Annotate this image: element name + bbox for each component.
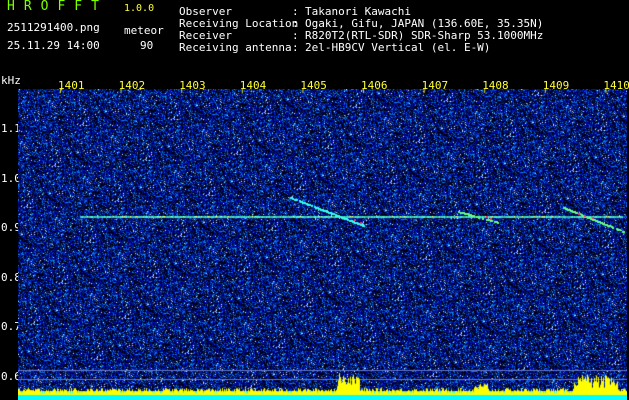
frequency-unit-label: kHz: [1, 74, 21, 87]
file-name: 2511291400.png: [7, 21, 100, 34]
app-version: 1.0.0: [124, 3, 155, 14]
info-separator: :: [292, 41, 299, 54]
app-title: HROFFT: [7, 0, 108, 14]
hrofft-window: HROFFT 1.0.0 2511291400.png meteor 25.11…: [0, 0, 629, 400]
spectrogram: [18, 89, 627, 400]
date-time: 25.11.29 14:00: [7, 39, 100, 52]
info-key-antenna: Receiving antenna: [179, 41, 292, 54]
info-value-antenna: 2el-HB9CV Vertical (el. E-W): [305, 41, 491, 54]
detection-type: meteor: [124, 24, 164, 37]
detection-count: 90: [140, 39, 154, 52]
